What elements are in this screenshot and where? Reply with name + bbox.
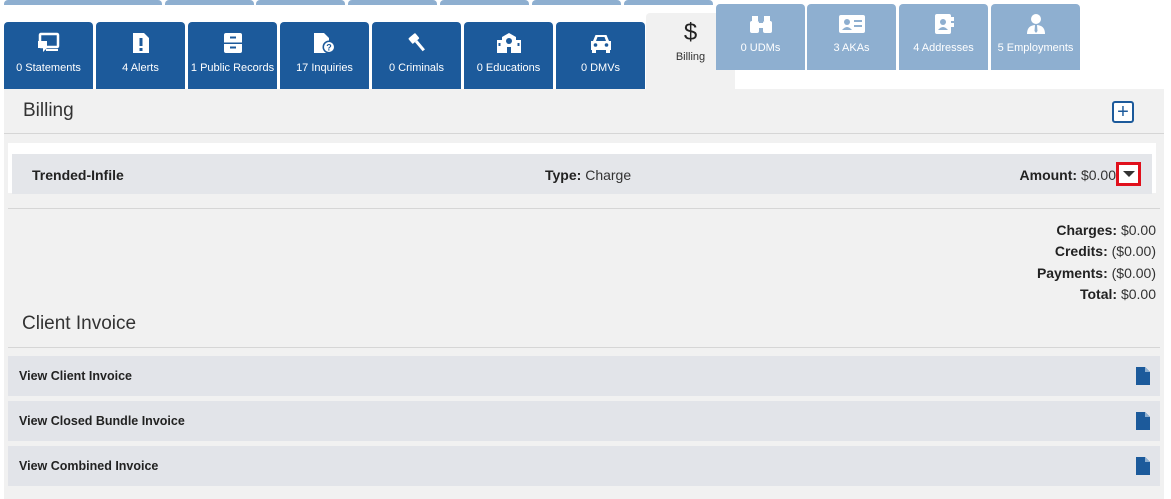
billing-item-row[interactable]: Trended-Infile Type: Charge Amount: $0.0… [12,154,1152,194]
tab-back-6 [440,0,529,5]
tab-back-5 [348,0,437,5]
tab-public-records[interactable]: 1 Public Records [188,22,277,90]
amount-value: $0.00 [1080,167,1116,183]
tab-employments[interactable]: 5 Employments [991,4,1080,70]
tab-label: 1 Public Records [190,62,275,74]
tab-label: 0 Statements [16,62,81,74]
file-cabinet-icon [223,31,243,55]
view-closed-bundle-invoice-row[interactable]: View Closed Bundle Invoice [8,401,1160,441]
invoice-link-label: View Client Invoice [19,369,133,383]
tab-dmvs[interactable]: 0 DMVs [556,22,645,90]
tab-back-4 [256,0,345,5]
tab-back-7 [532,0,621,5]
tab-statements[interactable]: 0 Statements [4,22,93,90]
tab-alerts[interactable]: 4 Alerts [96,22,185,90]
billing-item-type: Type: Charge [545,167,631,183]
gavel-icon [405,31,429,55]
caret-down-icon [1122,171,1135,177]
divider [8,347,1160,348]
billing-panel: Billing + Trended-Infile Type: Charge Am… [4,89,1164,499]
svg-text:?: ? [326,43,332,53]
alert-file-icon [132,31,150,55]
tab-label: 0 Criminals [388,62,444,74]
document-icon[interactable] [1136,457,1150,480]
billing-item-amount: Amount: $0.00 [1020,167,1116,183]
dollar-icon: $ [683,19,698,46]
billing-item: Trended-Infile Type: Charge Amount: $0.0… [8,143,1156,194]
question-file-icon: ? [313,31,337,55]
tab-label: 5 Employments [997,42,1074,54]
tab-back-8 [624,0,713,5]
id-card-icon [838,12,866,36]
invoice-link-label: View Combined Invoice [19,459,159,473]
tab-label: 17 Inquiries [296,62,353,74]
invoice-link-label: View Closed Bundle Invoice [19,414,185,428]
credits-total: Credits: ($0.00) [1054,243,1156,260]
view-client-invoice-row[interactable]: View Client Invoice [8,356,1160,396]
tab-inquiries[interactable]: ? 17 Inquiries [280,22,369,90]
amount-label: Amount: [1019,167,1078,183]
tab-label: 0 UDMs [740,42,781,54]
billing-item-name: Trended-Infile [32,167,124,183]
document-icon[interactable] [1136,412,1150,435]
tab-label: 0 DMVs [580,62,621,74]
tab-label: 4 Addresses [913,42,974,54]
tab-back-3 [165,0,254,5]
charges-total: Charges: $0.00 [1056,222,1156,238]
car-icon [588,31,614,55]
grand-total: Total: $0.00 [1079,285,1156,302]
tab-back-2 [73,0,162,5]
tab-label: 4 Alerts [122,62,159,74]
tab-label: Billing [675,51,706,63]
address-book-icon [933,12,955,36]
billing-title: Billing [23,100,74,121]
view-combined-invoice-row[interactable]: View Combined Invoice [8,446,1160,486]
binoculars-icon [749,12,773,36]
monitor-chat-icon [37,31,61,55]
tab-educations[interactable]: 0 Educations [464,22,553,90]
add-billing-button[interactable]: + [1112,101,1134,123]
document-icon[interactable] [1136,367,1150,390]
type-label: Type: [545,167,582,183]
tab-addresses[interactable]: 4 Addresses [899,4,988,70]
user-tie-icon [1025,12,1047,36]
tab-label: 3 AKAs [833,42,870,54]
tab-akas[interactable]: 3 AKAs [807,4,896,70]
tab-criminals[interactable]: 0 Criminals [372,22,461,90]
plus-icon: + [1117,101,1129,123]
payments-total: Payments: ($0.00) [1036,264,1156,281]
tab-bar: 0 Statements 4 Alerts 1 Public Records ?… [0,0,1171,92]
divider [8,208,1160,209]
expand-item-button[interactable] [1116,162,1141,186]
school-icon [496,31,522,55]
tab-udms[interactable]: 0 UDMs [716,4,805,70]
client-invoice-title: Client Invoice [22,313,137,334]
billing-totals: Charges: $0.00 Credits: ($0.00) Payments… [1037,220,1156,305]
billing-header: Billing + [4,89,1164,134]
tab-label: 0 Educations [476,62,541,74]
type-value: Charge [585,167,632,183]
